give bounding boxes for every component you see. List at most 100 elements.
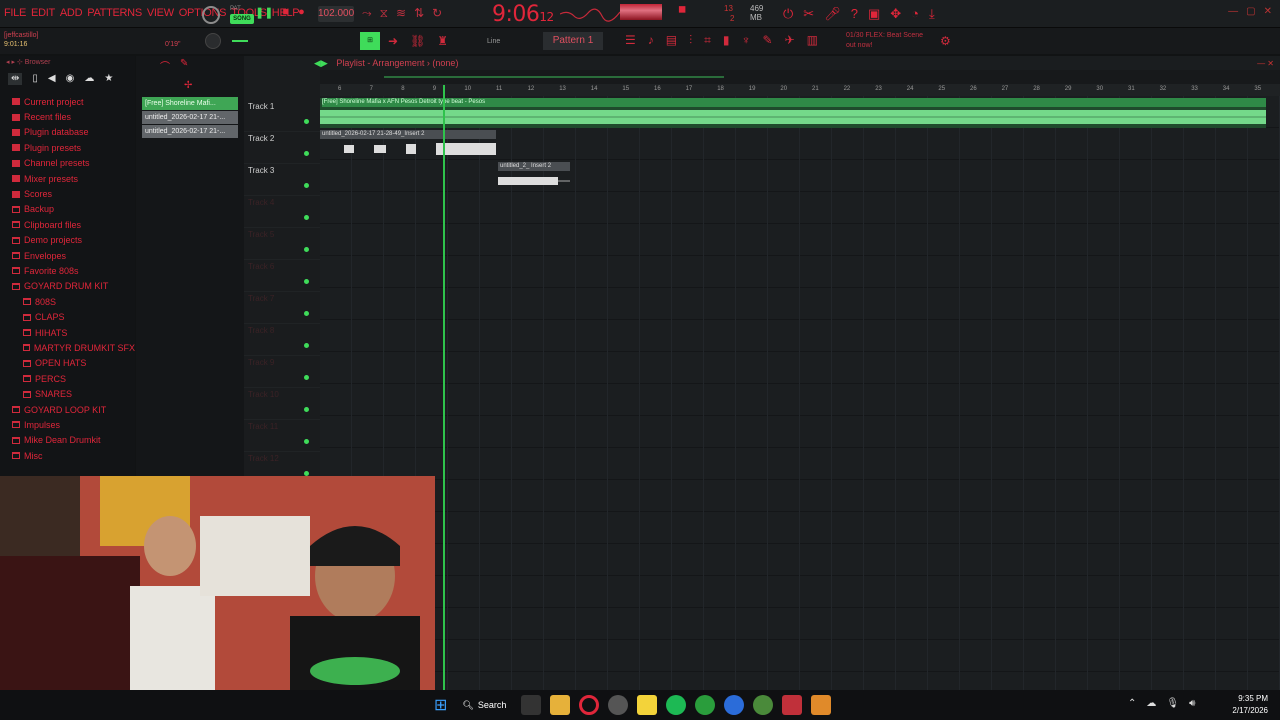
maximize-icon[interactable]: ▢: [1246, 6, 1255, 17]
magnet-icon[interactable]: ⌒: [160, 58, 170, 73]
menu-item-view[interactable]: VIEW: [147, 7, 174, 19]
menu-item-file[interactable]: FILE: [4, 7, 26, 19]
browser-item[interactable]: Impulses: [0, 417, 135, 432]
arrow-right-icon[interactable]: ➜: [388, 34, 398, 48]
step-edit-icon[interactable]: ⇅: [414, 6, 424, 21]
countdown-icon[interactable]: ≋: [396, 6, 406, 21]
download-icon[interactable]: ⤓: [929, 6, 935, 22]
stop-icon[interactable]: ■: [282, 6, 289, 19]
track-mute-led[interactable]: [304, 119, 309, 124]
browser-icon[interactable]: ⌗: [704, 33, 711, 48]
snap-mode-label[interactable]: Line: [487, 38, 500, 45]
browser-item[interactable]: GOYARD DRUM KIT: [0, 279, 135, 294]
loop-record-icon[interactable]: ↻: [432, 6, 442, 21]
task-view-icon[interactable]: [521, 695, 542, 715]
pitch-slider[interactable]: [232, 40, 248, 42]
browser-item[interactable]: MARTYR DRUMKIT SFX: [0, 340, 135, 355]
track-mute-led[interactable]: [304, 375, 309, 380]
volume-icon[interactable]: 🔊︎: [1189, 698, 1195, 709]
track-header[interactable]: Track 2: [244, 132, 320, 164]
chat-icon[interactable]: ◔: [911, 6, 919, 22]
browser-item[interactable]: Misc: [0, 448, 135, 463]
obs-icon[interactable]: [782, 695, 803, 715]
scroll-overview[interactable]: [384, 76, 724, 78]
track-header[interactable]: Track 6: [244, 260, 320, 292]
record-icon[interactable]: ●: [298, 6, 305, 19]
link-icon[interactable]: ⛓: [410, 34, 425, 48]
track-mute-led[interactable]: [304, 183, 309, 188]
move-icon[interactable]: ✢: [184, 80, 192, 91]
browser-item[interactable]: GOYARD LOOP KIT: [0, 402, 135, 417]
tempo-display[interactable]: 102.000: [318, 6, 354, 22]
pattern-selector[interactable]: Pattern 1: [543, 32, 603, 50]
cut-icon[interactable]: ✂: [803, 6, 814, 22]
save-icon[interactable]: ▣: [868, 6, 880, 22]
play-arrow-icon[interactable]: ◀▶: [314, 58, 328, 68]
track-mute-led[interactable]: [304, 247, 309, 252]
mic-tray-icon[interactable]: 🎙︎: [1166, 698, 1179, 709]
browser-item[interactable]: Favorite 808s: [0, 263, 135, 278]
bluetooth-app-icon[interactable]: [724, 695, 745, 715]
news-ticker[interactable]: 01/30 FLEX: Beat Scene out now!: [846, 31, 923, 51]
track-mute-led[interactable]: [304, 215, 309, 220]
plugin-icon[interactable]: ✥: [890, 6, 901, 22]
taskbar-clock[interactable]: 9:35 PM 2/17/2026: [1232, 693, 1268, 717]
fl-studio-icon[interactable]: [811, 695, 832, 715]
menu-item-patterns[interactable]: PATTERNS: [87, 7, 142, 19]
browser-item[interactable]: Mike Dean Drumkit: [0, 433, 135, 448]
pencil-icon[interactable]: ✎: [180, 58, 188, 69]
timeline-ruler[interactable]: 6 7 8 9 10 11 12 13 14 15 16 17 18 19 20 21 22 23 24 25 26 27…: [320, 84, 1280, 96]
song-label[interactable]: SONG: [230, 14, 254, 24]
audio-clip[interactable]: [Free] Shoreline Mafia x AFN Pesos Detro…: [320, 98, 1266, 128]
browser-search-icon[interactable]: ◉: [66, 73, 75, 85]
stamp-icon[interactable]: ♜: [437, 34, 448, 48]
wait-icon[interactable]: ⧖: [380, 6, 388, 21]
browser-item[interactable]: OPEN HATS: [0, 356, 135, 371]
track-header[interactable]: Track 9: [244, 356, 320, 388]
tray-chevron-icon[interactable]: ⌃: [1128, 698, 1136, 709]
browser-item[interactable]: Demo projects: [0, 233, 135, 248]
track-header[interactable]: Track 5: [244, 228, 320, 260]
mixer-strip-icon[interactable]: ▥: [807, 33, 818, 48]
browser-collapse-icon[interactable]: ⇹: [8, 73, 23, 85]
browser-file-icon[interactable]: ▯: [32, 73, 38, 85]
minimize-icon[interactable]: —: [1228, 6, 1238, 17]
master-volume-knob[interactable]: [205, 33, 221, 49]
track-header[interactable]: Track 4: [244, 196, 320, 228]
mixer-icon[interactable]: ⫶: [689, 33, 692, 48]
picker-item[interactable]: untitled_2026-02-17 21-...: [142, 111, 238, 124]
help-icon[interactable]: ?: [851, 6, 858, 22]
tempo-tapper-icon[interactable]: ♆: [742, 33, 751, 48]
updates-icon[interactable]: ⚙: [940, 34, 951, 48]
browser-item[interactable]: CLAPS: [0, 309, 135, 324]
menu-item-add[interactable]: ADD: [60, 7, 83, 19]
browser-item[interactable]: Backup: [0, 202, 135, 217]
mic-icon[interactable]: 🎤︎: [824, 6, 841, 22]
track-header[interactable]: Track 8: [244, 324, 320, 356]
channel-rack-icon[interactable]: ▤: [666, 33, 677, 48]
playlist-icon[interactable]: ☰: [625, 33, 636, 48]
track-mute-led[interactable]: [304, 311, 309, 316]
audio-clip[interactable]: untitled_2_ Insert 2: [498, 162, 570, 192]
browser-star-icon[interactable]: ★: [104, 73, 113, 85]
taskbar-search[interactable]: 🔍︎ Search: [456, 695, 512, 715]
browser-item[interactable]: Recent files: [0, 109, 135, 124]
browser-arrows-icon[interactable]: ◂ ▸ ⊹: [6, 59, 25, 66]
windows-start-icon[interactable]: ⊞: [434, 695, 447, 715]
track-mute-led[interactable]: [304, 151, 309, 156]
playlist-window-controls[interactable]: — ✕: [1257, 57, 1274, 71]
arrangement-grid[interactable]: [Free] Shoreline Mafia x AFN Pesos Detro…: [320, 96, 1280, 690]
settings-icon[interactable]: [608, 695, 629, 715]
pattern-selection[interactable]: (none): [432, 58, 458, 68]
file-explorer-icon[interactable]: [550, 695, 571, 715]
browser-item[interactable]: Plugin presets: [0, 140, 135, 155]
browser-item[interactable]: SNARES: [0, 386, 135, 401]
browser-item[interactable]: Current project: [0, 94, 135, 109]
browser-item[interactable]: Envelopes: [0, 248, 135, 263]
piano-roll-icon[interactable]: ♪: [648, 33, 654, 48]
browser-cloud-icon[interactable]: ☁: [84, 73, 94, 85]
picker-item[interactable]: untitled_2026-02-17 21-...: [142, 125, 238, 138]
browser-item[interactable]: Clipboard files: [0, 217, 135, 232]
browser-item[interactable]: PERCS: [0, 371, 135, 386]
track-header[interactable]: Track 3: [244, 164, 320, 196]
